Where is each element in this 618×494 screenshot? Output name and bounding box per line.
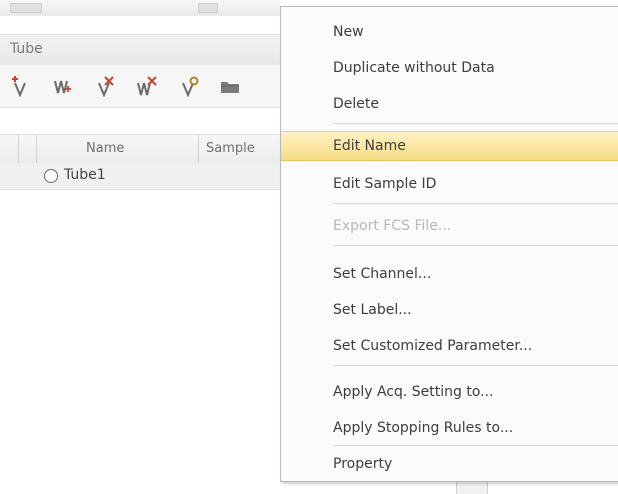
menu-separator bbox=[333, 203, 618, 204]
menu-separator bbox=[333, 245, 618, 246]
menu-separator bbox=[333, 123, 618, 124]
tube-panel: Tube Name Sample Tube1 bbox=[0, 16, 290, 494]
menu-item-new[interactable]: New bbox=[281, 17, 618, 47]
menu-item-label: Apply Acq. Setting to... bbox=[333, 384, 494, 400]
menu-item-delete[interactable]: Delete bbox=[281, 89, 618, 119]
menu-item-edit-name[interactable]: Edit Name bbox=[281, 131, 618, 161]
table-row[interactable]: Tube1 bbox=[0, 163, 290, 190]
open-folder-icon[interactable] bbox=[216, 73, 244, 99]
tube-panel-title: Tube bbox=[10, 41, 43, 57]
menu-separator bbox=[333, 445, 618, 446]
menu-item-duplicate-without-data[interactable]: Duplicate without Data bbox=[281, 53, 618, 83]
menu-item-export-fcs-file[interactable]: Export FCS File... bbox=[281, 211, 618, 241]
add-tube-icon[interactable] bbox=[6, 73, 34, 99]
menu-item-label: Export FCS File... bbox=[333, 218, 452, 234]
menu-item-label: New bbox=[333, 24, 364, 40]
column-separator bbox=[18, 135, 19, 163]
tube-toolbar bbox=[0, 65, 290, 108]
app-window: Tube Name Sample Tube1 New Duplicate wit… bbox=[0, 0, 618, 494]
menu-item-apply-stopping-rules[interactable]: Apply Stopping Rules to... bbox=[281, 413, 618, 443]
column-separator bbox=[198, 135, 199, 163]
top-strip-control[interactable] bbox=[10, 3, 42, 13]
menu-item-label: Apply Stopping Rules to... bbox=[333, 420, 514, 436]
top-strip-control[interactable] bbox=[198, 3, 218, 13]
top-toolbar-strip bbox=[0, 0, 280, 17]
menu-item-apply-acq-setting[interactable]: Apply Acq. Setting to... bbox=[281, 377, 618, 407]
delete-multiple-tubes-icon[interactable] bbox=[132, 73, 160, 99]
menu-item-label: Set Channel... bbox=[333, 266, 432, 282]
tube-grid-header: Name Sample bbox=[0, 134, 290, 164]
menu-item-label: Set Label... bbox=[333, 302, 412, 318]
tube-name-cell[interactable]: Tube1 bbox=[64, 167, 106, 183]
tube-selector-radio[interactable] bbox=[44, 169, 58, 183]
tube-property-icon[interactable] bbox=[174, 73, 202, 99]
delete-tube-icon[interactable] bbox=[90, 73, 118, 99]
menu-item-set-customized-parameter[interactable]: Set Customized Parameter... bbox=[281, 331, 618, 361]
column-header-name[interactable]: Name bbox=[86, 141, 124, 156]
menu-item-set-label[interactable]: Set Label... bbox=[281, 295, 618, 325]
menu-item-label: Set Customized Parameter... bbox=[333, 338, 533, 354]
add-multiple-tubes-icon[interactable] bbox=[48, 73, 76, 99]
column-separator bbox=[36, 135, 37, 163]
menu-item-label: Duplicate without Data bbox=[333, 60, 495, 76]
menu-item-set-channel[interactable]: Set Channel... bbox=[281, 259, 618, 289]
menu-item-label: Property bbox=[333, 456, 393, 472]
tube-panel-header: Tube bbox=[0, 34, 290, 66]
column-header-sample[interactable]: Sample bbox=[206, 141, 255, 156]
menu-item-label: Edit Sample ID bbox=[333, 176, 437, 192]
menu-item-label: Edit Name bbox=[333, 138, 406, 154]
menu-separator bbox=[333, 365, 618, 366]
menu-item-edit-sample-id[interactable]: Edit Sample ID bbox=[281, 169, 618, 199]
menu-item-label: Delete bbox=[333, 96, 379, 112]
menu-item-property[interactable]: Property bbox=[281, 449, 618, 479]
tube-context-menu: New Duplicate without Data Delete Edit N… bbox=[280, 6, 618, 482]
